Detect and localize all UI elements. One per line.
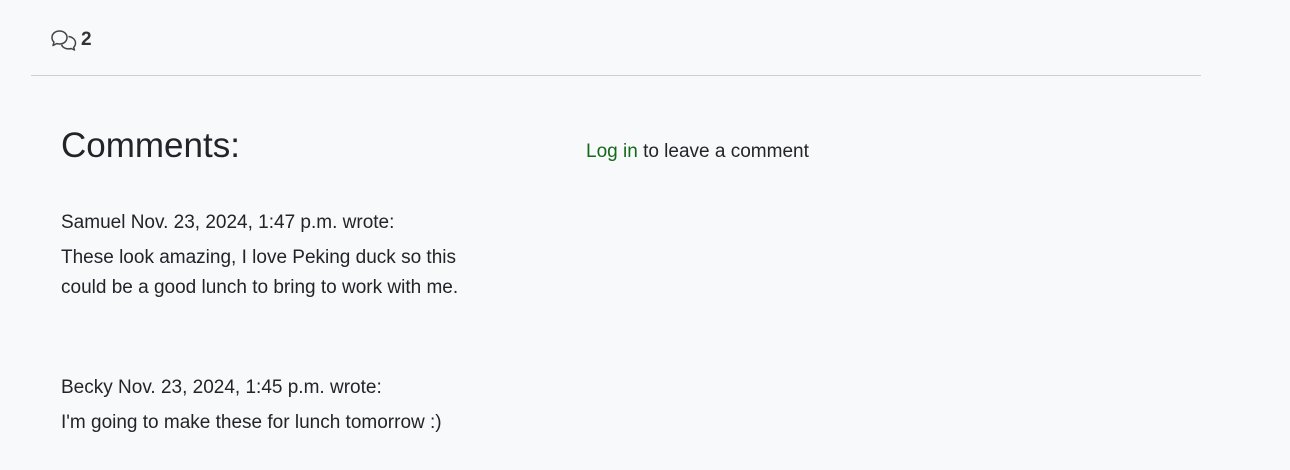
comment-item: Becky Nov. 23, 2024, 1:45 p.m. wrote: I'… (61, 373, 491, 438)
comment-meta: Becky Nov. 23, 2024, 1:45 p.m. wrote: (61, 373, 491, 403)
login-prompt-text: to leave a comment (643, 141, 809, 162)
comments-heading: Comments: (61, 126, 240, 165)
comment-author: Becky (61, 377, 113, 398)
comment-item: Samuel Nov. 23, 2024, 1:47 p.m. wrote: T… (61, 208, 481, 303)
comment-count-number: 2 (81, 29, 92, 50)
chat-bubbles-icon (50, 29, 78, 51)
login-link[interactable]: Log in (586, 141, 638, 162)
comment-date: Nov. 23, 2024, 1:47 p.m. (130, 212, 338, 233)
comment-date: Nov. 23, 2024, 1:45 p.m. (118, 377, 325, 398)
comment-wrote-label: wrote: (329, 377, 382, 398)
comment-author: Samuel (61, 212, 126, 233)
comment-wrote-label: wrote: (342, 212, 395, 233)
comment-body: I'm going to make these for lunch tomorr… (61, 412, 442, 433)
comment-meta: Samuel Nov. 23, 2024, 1:47 p.m. wrote: (61, 208, 481, 238)
login-prompt: Log in to leave a comment (586, 137, 809, 167)
comments-section: Comments: Samuel Nov. 23, 2024, 1:47 p.m… (61, 122, 481, 433)
comment-count: 2 (50, 28, 92, 52)
section-divider (31, 75, 1201, 76)
comment-body: These look amazing, I love Peking duck s… (61, 247, 459, 298)
